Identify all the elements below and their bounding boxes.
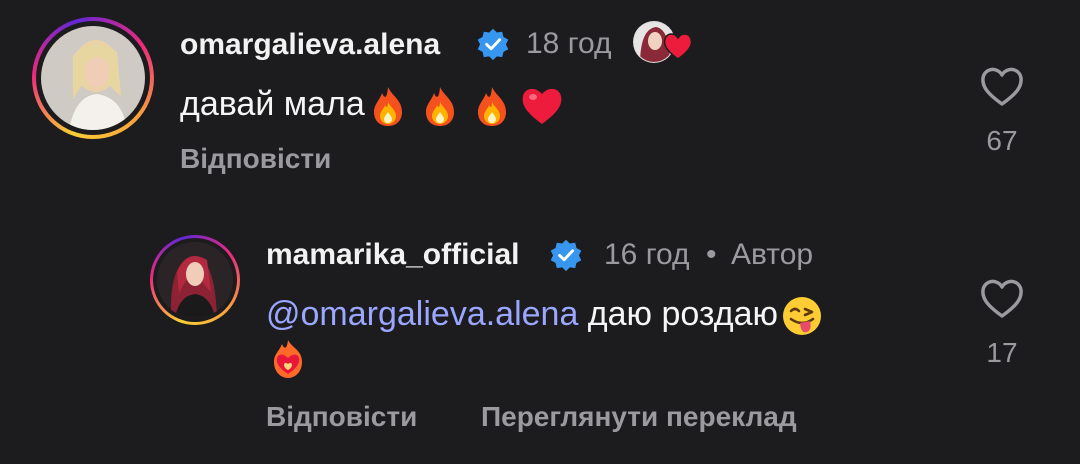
separator-dot: • bbox=[706, 238, 717, 271]
username[interactable]: mamarika_official bbox=[266, 238, 519, 272]
comment-text-content: даю роздаю bbox=[578, 295, 779, 333]
winking-tongue-face-icon bbox=[780, 294, 824, 338]
comment-text: @omargalieva.alena даю роздаю bbox=[266, 292, 824, 336]
heart-outline-icon[interactable] bbox=[979, 276, 1025, 322]
comment-2: mamarika_official 16 год • Автор @omarga… bbox=[0, 0, 1080, 464]
verified-badge-icon bbox=[550, 239, 582, 272]
mention-link[interactable]: @omargalieva.alena bbox=[266, 295, 578, 333]
like-count: 17 bbox=[986, 337, 1018, 368]
see-translation-button[interactable]: Переглянути переклад bbox=[481, 401, 797, 433]
timestamp: 16 год bbox=[604, 238, 690, 271]
author-badge: Автор bbox=[731, 238, 814, 271]
heart-on-fire-icon bbox=[268, 338, 308, 380]
reply-button[interactable]: Відповісти bbox=[266, 401, 417, 433]
avatar[interactable] bbox=[150, 235, 240, 325]
